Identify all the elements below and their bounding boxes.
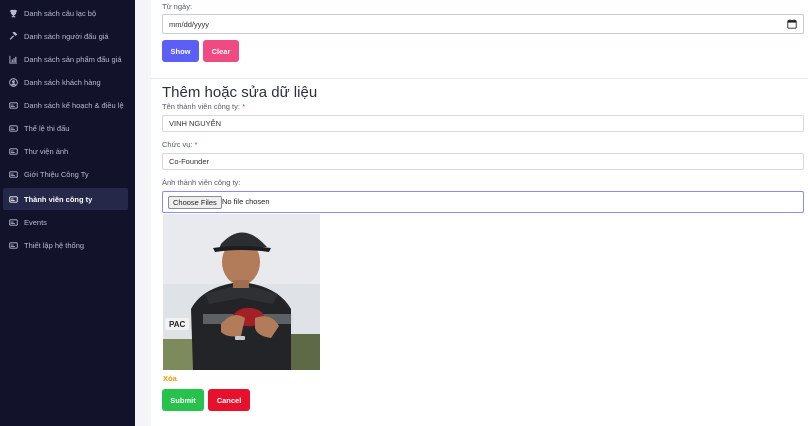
position-label-text: Chức vụ:: [162, 140, 193, 149]
sidebar-item-label: Thành viên công ty: [24, 194, 93, 204]
sidebar-item-customers[interactable]: Danh sách khách hàng: [3, 71, 128, 93]
from-date-label: Từ ngày:: [162, 2, 193, 11]
position-value: Co-Founder: [169, 157, 210, 166]
sidebar-item-label: Events: [24, 217, 47, 227]
card-icon: [9, 147, 18, 156]
sidebar-item-label: Danh sách khách hàng: [24, 77, 101, 87]
file-status: No file chosen: [222, 197, 270, 206]
position-input[interactable]: Co-Founder: [162, 153, 804, 170]
card-icon: [9, 101, 18, 110]
main-content: Từ ngày: mm/dd/yyyy Show Clear Thêm hoặc…: [151, 0, 808, 426]
photo-label: Ảnh thành viên công ty:: [162, 178, 241, 187]
sidebar-item-label: Thiết lập hệ thống: [24, 240, 85, 250]
sidebar-item-company-intro[interactable]: Giới Thiệu Công Ty: [3, 163, 128, 185]
sidebar-item-settings[interactable]: Thiết lập hệ thống: [3, 234, 128, 256]
sidebar-item-company-members[interactable]: Thành viên công ty: [3, 188, 128, 210]
section-divider: [151, 78, 808, 79]
sidebar-item-bidders[interactable]: Danh sách người đấu giá: [3, 25, 128, 47]
member-name-input[interactable]: VINH NGUYỄN: [162, 115, 804, 132]
sidebar-item-plans[interactable]: Danh sách kế hoạch & điều lệ: [3, 94, 128, 116]
sidebar-item-label: Thư viện ảnh: [24, 146, 69, 156]
required-mark: *: [194, 140, 198, 149]
calendar-icon[interactable]: [787, 19, 797, 29]
delete-photo-link[interactable]: Xóa: [163, 374, 177, 383]
date-placeholder: mm/dd/yyyy: [169, 19, 210, 29]
photo-file-input[interactable]: Choose Files No file chosen: [162, 191, 804, 213]
cancel-button[interactable]: Cancel: [208, 389, 250, 411]
member-name-label-text: Tên thành viên công ty:: [162, 102, 240, 111]
sidebar-item-products[interactable]: Danh sách sản phẩm đấu giá: [3, 48, 128, 70]
content-gutter: [135, 0, 151, 426]
submit-button[interactable]: Submit: [162, 389, 204, 411]
show-button[interactable]: Show: [162, 40, 199, 62]
card-icon: [9, 241, 18, 250]
card-icon: [9, 195, 18, 204]
card-icon: [9, 170, 18, 179]
card-icon: [9, 218, 18, 227]
sidebar-item-label: Danh sách câu lạc bộ: [24, 8, 97, 18]
sidebar-item-label: Danh sách sản phẩm đấu giá: [24, 54, 122, 64]
card-icon: [9, 124, 18, 133]
user-icon: [9, 77, 18, 87]
sidebar-item-label: Giới Thiệu Công Ty: [24, 169, 89, 179]
svg-text:PAC: PAC: [169, 320, 186, 329]
member-name-value: VINH NGUYỄN: [169, 119, 222, 128]
clear-button[interactable]: Clear: [203, 40, 239, 62]
from-date-input[interactable]: mm/dd/yyyy: [162, 14, 804, 34]
sidebar: Danh sách câu lạc bộ Danh sách người đấu…: [0, 0, 135, 426]
gavel-icon: [9, 31, 18, 41]
sidebar-item-label: Thể lệ thi đấu: [24, 123, 70, 133]
form-title: Thêm hoặc sửa dữ liệu: [162, 84, 318, 101]
sidebar-item-label: Danh sách người đấu giá: [24, 31, 109, 41]
sidebar-item-label: Danh sách kế hoạch & điều lệ: [24, 100, 124, 110]
required-mark: *: [242, 102, 245, 111]
choose-files-button[interactable]: Choose Files: [168, 196, 222, 209]
trophy-icon: [9, 9, 18, 18]
sidebar-item-events[interactable]: Events: [3, 211, 128, 233]
member-photo: PAC: [163, 214, 320, 370]
sidebar-item-rules[interactable]: Thể lệ thi đấu: [3, 117, 128, 139]
sidebar-item-clubs[interactable]: Danh sách câu lạc bộ: [3, 2, 128, 24]
sidebar-item-gallery[interactable]: Thư viện ảnh: [3, 140, 128, 162]
position-label: Chức vụ: *: [162, 140, 197, 149]
member-name-label: Tên thành viên công ty: *: [162, 102, 245, 111]
chart-icon: [9, 55, 18, 64]
